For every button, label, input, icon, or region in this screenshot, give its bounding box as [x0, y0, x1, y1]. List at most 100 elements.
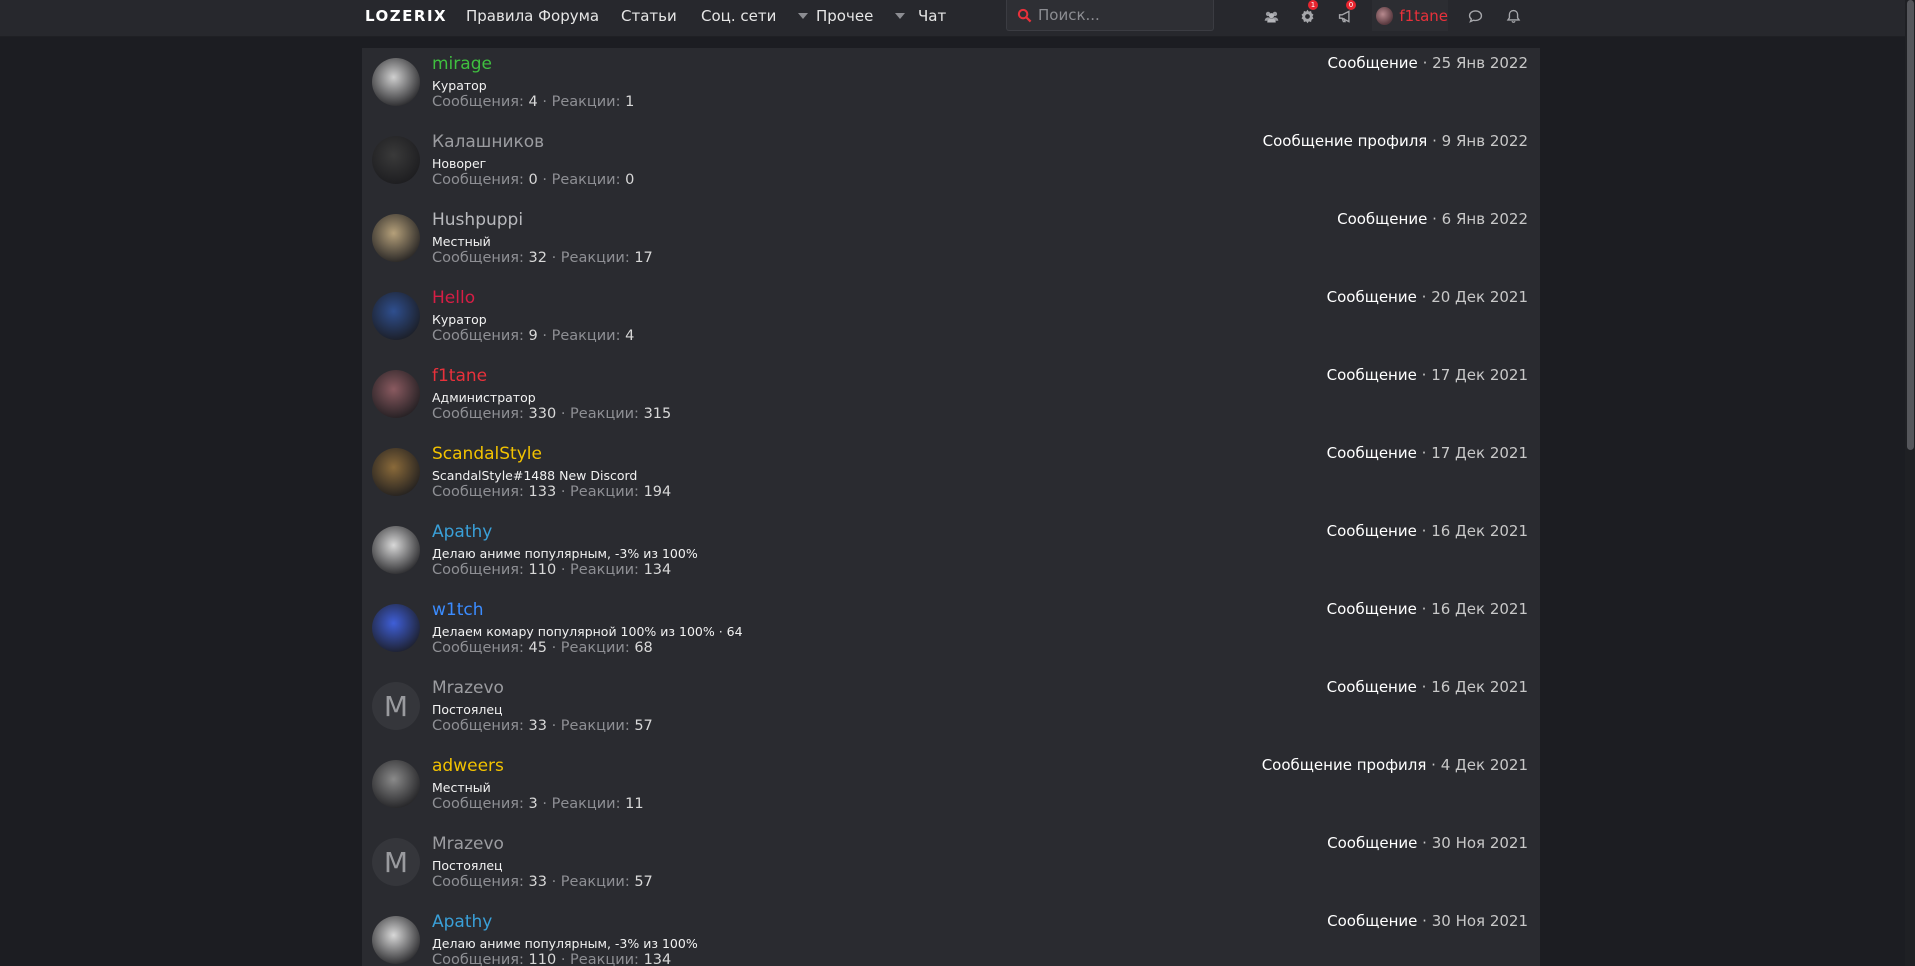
- separator: ·: [1422, 54, 1428, 72]
- avatar[interactable]: [372, 526, 420, 574]
- nav-link-chat[interactable]: Чат: [918, 6, 946, 26]
- member-last-activity[interactable]: Сообщение · 17 Дек 2021: [1327, 444, 1528, 462]
- messages-label: Сообщения:: [432, 484, 524, 500]
- member-username[interactable]: Hushpuppi: [432, 210, 523, 230]
- member-last-activity[interactable]: Сообщение · 16 Дек 2021: [1327, 678, 1528, 696]
- messages-label: Сообщения:: [432, 796, 524, 812]
- member-stats: Сообщения: 133 · Реакции: 194: [432, 484, 671, 500]
- separator: ·: [1422, 834, 1427, 852]
- reactions-label: Реакции:: [551, 796, 621, 812]
- settings-badge: 1: [1308, 0, 1318, 10]
- member-username[interactable]: Калашников: [432, 132, 544, 152]
- activity-date: 30 Ноя 2021: [1431, 912, 1528, 930]
- conversations-button[interactable]: [1462, 3, 1488, 29]
- members-online-button[interactable]: [1258, 3, 1284, 29]
- nav-link-rules[interactable]: Правила Форума: [466, 6, 599, 26]
- scrollbar[interactable]: [1905, 0, 1915, 966]
- avatar[interactable]: [372, 370, 420, 418]
- separator: ·: [1421, 444, 1427, 462]
- member-last-activity[interactable]: Сообщение · 6 Янв 2022: [1337, 210, 1528, 228]
- member-username[interactable]: mirage: [432, 54, 492, 74]
- reactions-label: Реакции:: [560, 640, 630, 656]
- avatar[interactable]: M: [372, 838, 420, 886]
- messages-label: Сообщения:: [432, 172, 524, 188]
- reactions-count: 4: [625, 328, 635, 344]
- bell-icon: [1506, 9, 1520, 23]
- separator: ·: [551, 640, 557, 656]
- reactions-label: Реакции:: [570, 406, 639, 422]
- activity-date: 17 Дек 2021: [1431, 444, 1528, 462]
- site-logo[interactable]: LOZERIX: [365, 6, 447, 26]
- member-username[interactable]: Mrazevo: [432, 678, 504, 698]
- activity-date: 16 Дек 2021: [1431, 678, 1528, 696]
- avatar[interactable]: [372, 214, 420, 262]
- activity-type: Сообщение: [1327, 54, 1418, 72]
- settings-button[interactable]: 1: [1294, 0, 1320, 29]
- member-username[interactable]: f1tane: [432, 366, 487, 386]
- activity-type: Сообщение: [1327, 912, 1418, 930]
- member-stats: Сообщения: 33 · Реакции: 57: [432, 874, 653, 890]
- nav-link-articles[interactable]: Статьи: [621, 6, 677, 26]
- separator: ·: [542, 328, 547, 344]
- member-stats: Сообщения: 9 · Реакции: 4: [432, 328, 634, 344]
- avatar[interactable]: [372, 292, 420, 340]
- avatar[interactable]: [372, 604, 420, 652]
- avatar[interactable]: [372, 916, 420, 964]
- nav-link-social[interactable]: Соц. сети: [701, 6, 809, 26]
- avatar[interactable]: [372, 760, 420, 808]
- avatar[interactable]: [372, 448, 420, 496]
- member-last-activity[interactable]: Сообщение · 16 Дек 2021: [1327, 600, 1528, 618]
- member-last-activity[interactable]: Сообщение профиля · 4 Дек 2021: [1262, 756, 1528, 774]
- separator: ·: [551, 250, 557, 266]
- member-last-activity[interactable]: Сообщение · 25 Янв 2022: [1328, 54, 1528, 72]
- avatar[interactable]: M: [372, 682, 420, 730]
- member-last-activity[interactable]: Сообщение профиля · 9 Янв 2022: [1263, 132, 1528, 150]
- nav-link-other[interactable]: Прочее: [816, 6, 906, 26]
- username-label: f1tane: [1399, 6, 1448, 25]
- activity-type: Сообщение: [1337, 210, 1428, 228]
- chevron-down-icon: [798, 13, 809, 19]
- member-username[interactable]: Apathy: [432, 522, 492, 542]
- member-last-activity[interactable]: Сообщение · 30 Ноя 2021: [1327, 834, 1528, 852]
- separator: ·: [560, 562, 566, 578]
- activity-type: Сообщение: [1326, 288, 1417, 306]
- alerts-button[interactable]: [1500, 3, 1526, 29]
- separator: ·: [560, 484, 566, 500]
- activity-date: 20 Дек 2021: [1431, 288, 1528, 306]
- scrollbar-thumb[interactable]: [1907, 0, 1914, 450]
- reactions-label: Реакции:: [560, 874, 630, 890]
- search-input[interactable]: [1038, 6, 1208, 24]
- activity-date: 6 Янв 2022: [1441, 210, 1528, 228]
- member-last-activity[interactable]: Сообщение · 16 Дек 2021: [1327, 522, 1528, 540]
- separator: ·: [542, 172, 547, 188]
- user-menu[interactable]: f1tane: [1372, 0, 1448, 31]
- chevron-down-icon: [895, 13, 906, 19]
- member-title: Делаем комару популярной 100% из 100% · …: [432, 624, 743, 639]
- reactions-count: 17: [634, 250, 653, 266]
- reactions-count: 0: [625, 172, 635, 188]
- reactions-label: Реакции:: [560, 718, 630, 734]
- member-last-activity[interactable]: Сообщение · 20 Дек 2021: [1327, 288, 1528, 306]
- member-row: Apathy Делаю аниме популярным, -3% из 100…: [362, 516, 1540, 594]
- member-username[interactable]: w1tch: [432, 600, 484, 620]
- member-last-activity[interactable]: Сообщение · 17 Дек 2021: [1327, 366, 1528, 384]
- member-row: w1tch Делаем комару популярной 100% из 10…: [362, 594, 1540, 672]
- reactions-count: 315: [643, 406, 672, 422]
- reactions-count: 1: [625, 94, 635, 110]
- member-activity-list: mirage Куратор Сообщения: 4 · Реакции: 1 Со…: [362, 48, 1540, 966]
- member-username[interactable]: Apathy: [432, 912, 492, 932]
- member-last-activity[interactable]: Сообщение · 30 Ноя 2021: [1327, 912, 1528, 930]
- reactions-count: 134: [643, 952, 672, 966]
- reactions-count: 57: [634, 874, 653, 890]
- separator: ·: [1421, 288, 1427, 306]
- member-title: Местный: [432, 234, 491, 249]
- activity-date: 30 Ноя 2021: [1431, 834, 1528, 852]
- member-username[interactable]: ScandalStyle: [432, 444, 542, 464]
- member-username[interactable]: Mrazevo: [432, 834, 504, 854]
- avatar[interactable]: [372, 58, 420, 106]
- messages-count: 33: [528, 718, 547, 734]
- member-username[interactable]: Hello: [432, 288, 475, 308]
- member-username[interactable]: adweers: [432, 756, 504, 776]
- announcements-button[interactable]: 0: [1332, 0, 1358, 29]
- avatar[interactable]: [372, 136, 420, 184]
